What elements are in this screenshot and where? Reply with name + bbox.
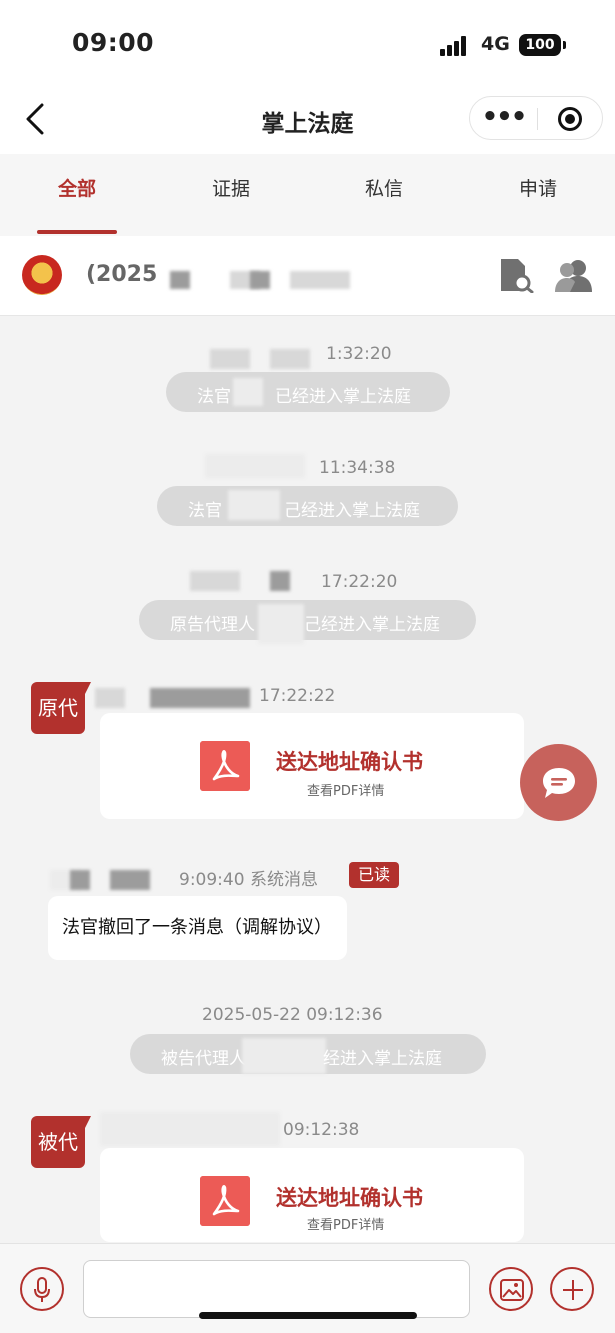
network-type: 4G	[481, 33, 510, 55]
mini-program-capsule: •••	[469, 96, 603, 140]
battery-tip	[563, 41, 566, 49]
signal-icon	[440, 36, 474, 56]
users-icon[interactable]	[554, 257, 594, 293]
system-message-text: 经进入掌上法庭	[323, 1049, 442, 1069]
system-message-text: 被告代理人	[161, 1049, 246, 1069]
avatar-defendant-agent[interactable]: 被代	[31, 1116, 91, 1168]
message-time: 11:34:38	[319, 458, 396, 478]
image-icon	[500, 1279, 524, 1301]
avatar-plaintiff-agent[interactable]: 原代	[31, 682, 91, 734]
status-bar: 09:00 4G 100	[0, 0, 615, 88]
message-time: 17:22:20	[321, 572, 398, 592]
chat-icon	[543, 768, 575, 798]
chat-fab[interactable]	[520, 744, 597, 821]
redacted-block	[110, 870, 150, 890]
pdf-detail-link[interactable]: 查看PDF详情	[307, 1214, 384, 1233]
read-badge: 已读	[349, 862, 399, 888]
tab-active-indicator	[37, 230, 117, 234]
pdf-card[interactable]: 送达地址确认书 查看PDF详情	[100, 1148, 524, 1242]
tab-private-message[interactable]: 私信	[307, 174, 461, 201]
pdf-icon	[200, 741, 250, 791]
redacted-block	[250, 271, 270, 289]
message-time: 2025-05-22 09:12:36	[202, 1005, 383, 1025]
system-message-text: 法官	[188, 501, 222, 521]
redacted-block	[95, 688, 125, 708]
plus-icon	[563, 1280, 583, 1300]
tab-all[interactable]: 全部	[0, 174, 154, 201]
tab-application[interactable]: 申请	[461, 174, 615, 201]
system-message-text: 法官	[197, 387, 231, 407]
redacted-block	[270, 571, 290, 591]
battery-icon: 100	[519, 34, 561, 56]
court-emblem-icon	[22, 255, 62, 295]
pdf-title: 送达地址确认书	[276, 1186, 423, 1210]
message-time: 17:22:22	[259, 686, 336, 706]
recalled-message-bubble: 法官撤回了一条消息（调解协议）	[48, 896, 347, 960]
image-button[interactable]	[489, 1267, 533, 1311]
pdf-icon	[200, 1176, 250, 1226]
message-input[interactable]	[83, 1260, 470, 1318]
redacted-block	[242, 1038, 326, 1074]
input-bar	[0, 1243, 615, 1333]
message-time: 1:32:20	[326, 344, 392, 364]
redacted-block	[205, 454, 305, 478]
pdf-detail-link[interactable]: 查看PDF详情	[307, 780, 384, 799]
case-number[interactable]: (2025	[86, 262, 157, 287]
redacted-block	[210, 349, 250, 369]
plus-button[interactable]	[550, 1267, 594, 1311]
system-message-text: 已经进入掌上法庭	[275, 387, 411, 407]
redacted-block	[170, 271, 190, 289]
mic-icon	[34, 1277, 50, 1302]
doc-search-icon[interactable]	[498, 257, 534, 293]
target-icon[interactable]	[558, 107, 582, 131]
voice-button[interactable]	[20, 1267, 64, 1311]
pdf-title: 送达地址确认书	[276, 750, 423, 774]
nav-bar: 掌上法庭 •••	[0, 88, 615, 154]
redacted-block	[100, 1112, 280, 1146]
message-time: 09:12:38	[283, 1120, 360, 1140]
redacted-block	[290, 271, 350, 289]
message-time: 9:09:40 系统消息	[179, 870, 318, 890]
system-message-text: 己经进入掌上法庭	[284, 501, 420, 521]
more-icon[interactable]: •••	[470, 97, 537, 141]
home-indicator	[199, 1312, 417, 1319]
redacted-block	[190, 571, 240, 591]
redacted-block	[70, 870, 90, 890]
system-message-text: 原告代理人	[170, 615, 255, 635]
redacted-block	[228, 490, 280, 520]
tab-bar: 全部 证据 私信 申请	[0, 154, 615, 236]
tab-evidence[interactable]: 证据	[154, 174, 308, 201]
redacted-block	[258, 604, 304, 644]
redacted-block	[150, 688, 250, 708]
capsule-divider	[537, 108, 538, 130]
pdf-card[interactable]: 送达地址确认书 查看PDF详情	[100, 713, 524, 819]
system-message-text: 己经进入掌上法庭	[304, 615, 440, 635]
redacted-block	[270, 349, 310, 369]
redacted-block	[233, 378, 263, 406]
status-time: 09:00	[72, 28, 155, 57]
